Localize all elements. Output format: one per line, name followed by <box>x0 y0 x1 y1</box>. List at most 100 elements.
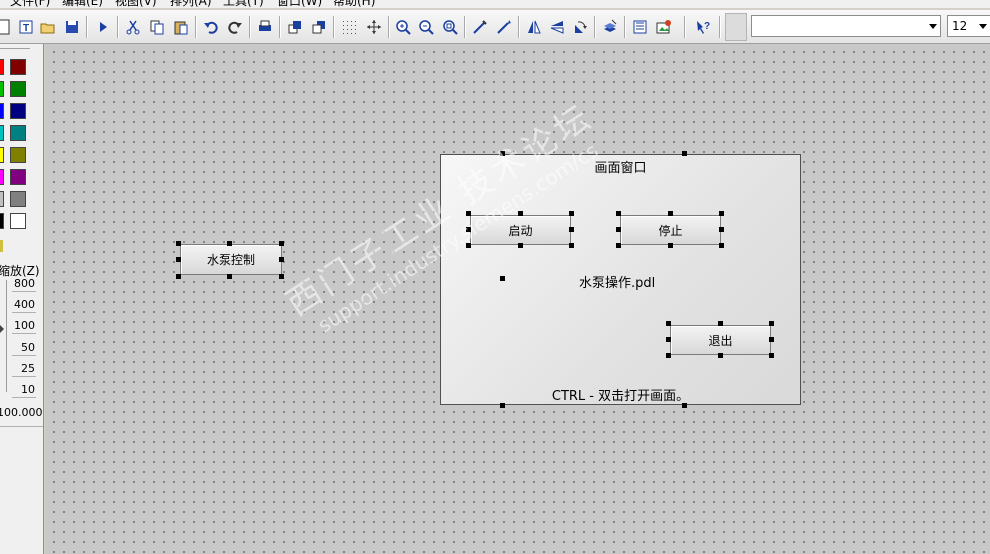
resize-handle[interactable] <box>682 151 687 156</box>
color-swatch[interactable] <box>0 169 4 185</box>
open-icon[interactable] <box>38 17 58 37</box>
color-swatch[interactable] <box>10 125 26 141</box>
flip-h-icon[interactable] <box>524 17 544 37</box>
color-swatch[interactable] <box>10 169 26 185</box>
resize-handle[interactable] <box>666 321 671 326</box>
color-swatch[interactable] <box>10 59 26 75</box>
menu-view[interactable]: 视图(V) <box>115 0 157 8</box>
resize-handle[interactable] <box>227 241 232 246</box>
resize-handle[interactable] <box>176 274 181 279</box>
resize-handle[interactable] <box>500 276 505 281</box>
color-swatch[interactable] <box>0 103 4 119</box>
resize-handle[interactable] <box>279 274 284 279</box>
zoom-level-10[interactable]: 10 <box>12 382 36 398</box>
start-button[interactable]: 启动 <box>470 215 571 245</box>
resize-handle[interactable] <box>616 243 621 248</box>
library-icon[interactable] <box>630 17 650 37</box>
new-icon[interactable] <box>0 17 14 37</box>
send-back-icon[interactable] <box>309 17 329 37</box>
color-swatch[interactable] <box>0 125 4 141</box>
help-icon[interactable]: ? <box>693 17 713 37</box>
zoom-level-800[interactable]: 800 <box>12 276 36 292</box>
stop-button[interactable]: 停止 <box>620 215 721 245</box>
resize-handle[interactable] <box>769 353 774 358</box>
resize-handle[interactable] <box>718 353 723 358</box>
resize-handle[interactable] <box>569 243 574 248</box>
save-icon[interactable] <box>62 17 82 37</box>
zoom-slider-thumb[interactable] <box>0 325 4 333</box>
resize-handle[interactable] <box>718 321 723 326</box>
zoom-out-icon[interactable] <box>416 17 436 37</box>
resize-handle[interactable] <box>769 321 774 326</box>
resize-handle[interactable] <box>518 211 523 216</box>
color-swatch[interactable] <box>0 191 4 207</box>
resize-handle[interactable] <box>719 243 724 248</box>
zoom-in-icon[interactable] <box>393 17 413 37</box>
resize-handle[interactable] <box>500 403 505 408</box>
exit-button[interactable]: 退出 <box>670 325 771 355</box>
resize-handle[interactable] <box>668 243 673 248</box>
color-swatch[interactable] <box>10 147 26 163</box>
resize-handle[interactable] <box>616 227 621 232</box>
menu-window[interactable]: 窗口(W) <box>277 0 322 8</box>
resize-handle[interactable] <box>466 211 471 216</box>
zoom-slider[interactable] <box>6 280 7 392</box>
menu-tools[interactable]: 工具(T) <box>223 0 264 8</box>
menu-file[interactable]: 文件(F) <box>10 0 50 8</box>
color-swatch[interactable] <box>10 81 26 97</box>
bring-front-icon[interactable] <box>285 17 305 37</box>
resize-handle[interactable] <box>666 353 671 358</box>
redo-icon[interactable] <box>225 17 245 37</box>
chevron-down-icon[interactable] <box>929 24 937 29</box>
dynamic-icon[interactable] <box>494 17 514 37</box>
text-icon[interactable]: T <box>16 17 36 37</box>
color-swatch[interactable] <box>10 103 26 119</box>
zoom-level-400[interactable]: 400 <box>12 297 36 313</box>
pump-control-button[interactable]: 水泵控制 <box>180 244 282 275</box>
drawing-canvas[interactable]: 水泵控制 画面窗口 启动 停止 水泵操作.pdl 退出 CTRL - 双击打开画… <box>45 44 990 554</box>
color-swatch[interactable] <box>0 59 4 75</box>
color-swatch[interactable] <box>10 191 26 207</box>
menu-help[interactable]: 帮助(H) <box>333 0 375 8</box>
color-swatch[interactable] <box>0 147 4 163</box>
resize-handle[interactable] <box>569 227 574 232</box>
picture-window[interactable]: 画面窗口 启动 停止 水泵操作.pdl 退出 CTRL - 双击打开画面。 <box>440 154 801 405</box>
resize-handle[interactable] <box>466 227 471 232</box>
flip-v-icon[interactable] <box>547 17 567 37</box>
grid-icon[interactable] <box>339 17 359 37</box>
resize-handle[interactable] <box>719 227 724 232</box>
resize-handle[interactable] <box>279 257 284 262</box>
zoom-level-25[interactable]: 25 <box>12 361 36 377</box>
object-icon[interactable] <box>654 17 674 37</box>
resize-handle[interactable] <box>279 241 284 246</box>
resize-handle[interactable] <box>769 337 774 342</box>
cut-icon[interactable] <box>123 17 143 37</box>
resize-handle[interactable] <box>719 211 724 216</box>
resize-handle[interactable] <box>500 151 505 156</box>
paste-icon[interactable] <box>171 17 191 37</box>
resize-handle[interactable] <box>616 211 621 216</box>
style-select[interactable] <box>751 15 941 37</box>
resize-handle[interactable] <box>569 211 574 216</box>
run-icon[interactable] <box>93 17 113 37</box>
color-swatch[interactable] <box>10 213 26 229</box>
zoom-level-100[interactable]: 100 <box>12 318 36 334</box>
resize-handle[interactable] <box>682 403 687 408</box>
layer-icon[interactable] <box>600 17 620 37</box>
menu-arrange[interactable]: 排列(A) <box>170 0 212 8</box>
chevron-down-icon[interactable] <box>979 24 987 29</box>
resize-handle[interactable] <box>518 243 523 248</box>
color-swatch[interactable] <box>0 213 4 229</box>
zoom-level-50[interactable]: 50 <box>12 340 36 356</box>
resize-handle[interactable] <box>668 211 673 216</box>
property-icon[interactable] <box>470 17 490 37</box>
snap-icon[interactable] <box>364 17 384 37</box>
resize-handle[interactable] <box>666 337 671 342</box>
zoom-fit-icon[interactable] <box>440 17 460 37</box>
undo-icon[interactable] <box>201 17 221 37</box>
print-icon[interactable] <box>255 17 275 37</box>
copy-icon[interactable] <box>147 17 167 37</box>
menu-edit[interactable]: 编辑(E) <box>62 0 103 8</box>
font-size-select[interactable]: 12 <box>947 15 990 37</box>
resize-handle[interactable] <box>176 257 181 262</box>
